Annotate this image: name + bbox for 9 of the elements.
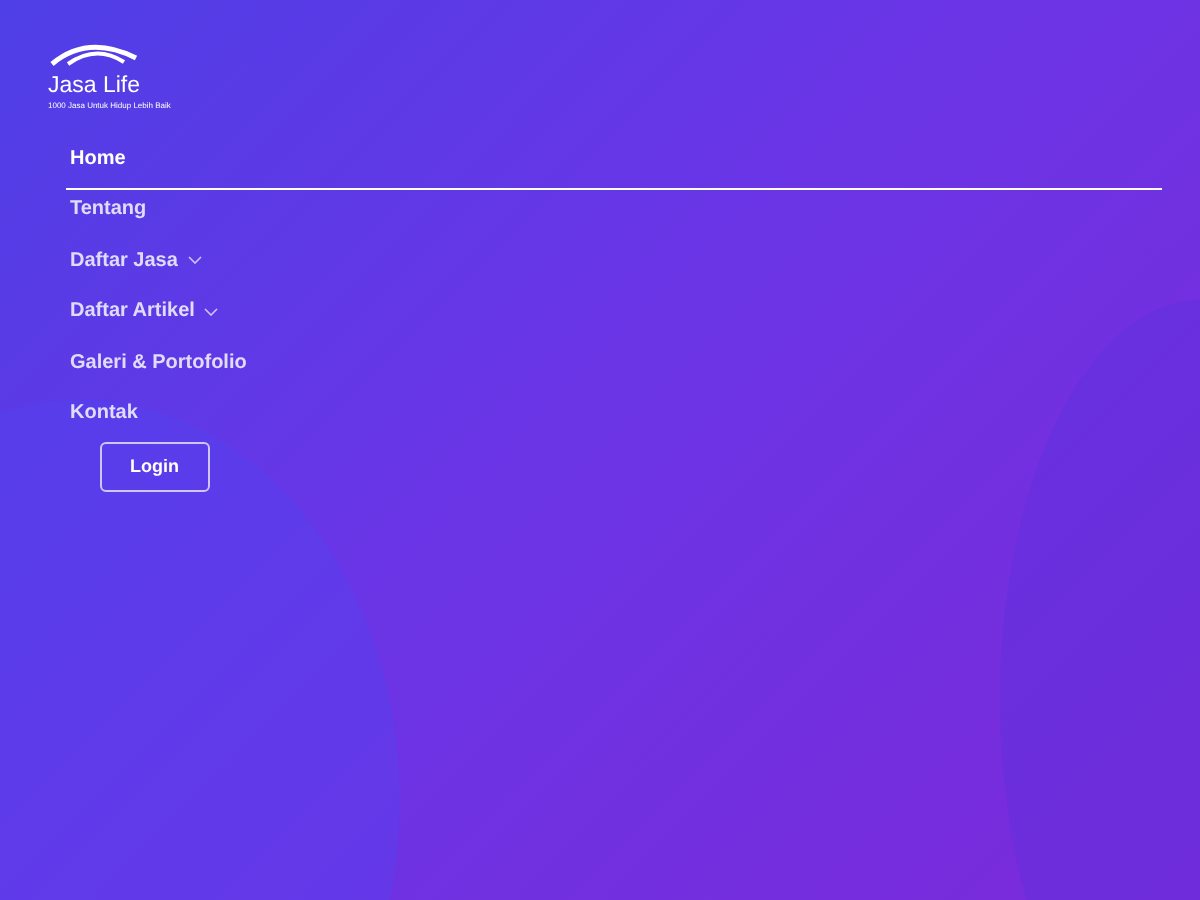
- nav-link[interactable]: Daftar Jasa: [66, 233, 1162, 289]
- nav-link[interactable]: Galeri & Portofolio: [66, 335, 1162, 391]
- nav-link[interactable]: Daftar Artikel: [66, 284, 1162, 340]
- chevron-down-icon: [204, 307, 219, 315]
- chevron-down-icon: [187, 256, 202, 264]
- login-button[interactable]: Login: [100, 441, 209, 492]
- nav-link[interactable]: Home: [66, 131, 1162, 189]
- nav-link[interactable]: Kontak: [66, 386, 1162, 442]
- logo-text: Jasa Life: [48, 76, 143, 99]
